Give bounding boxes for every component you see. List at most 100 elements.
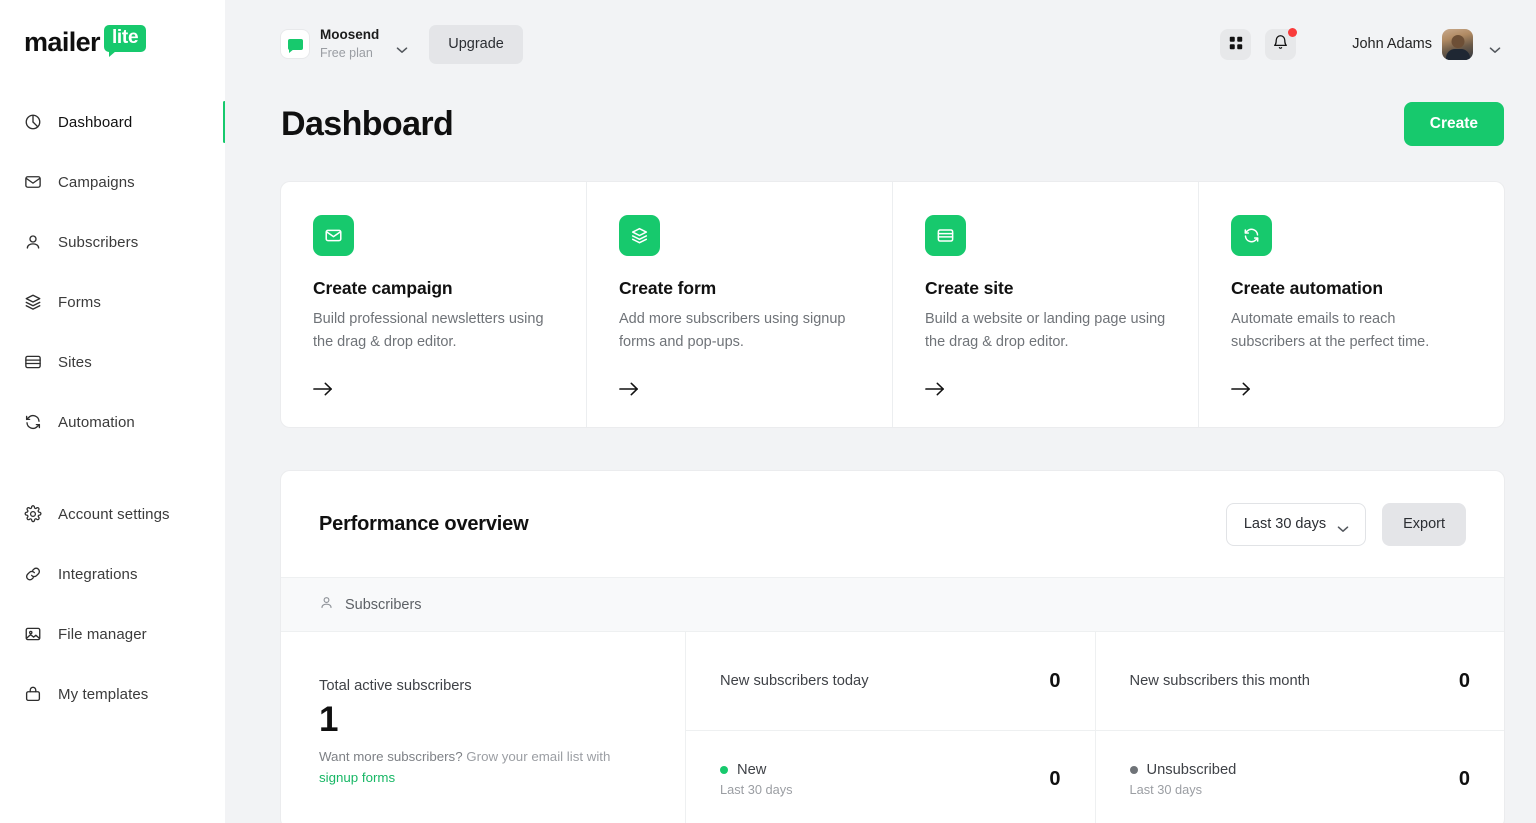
stat-sublabel: Last 30 days bbox=[1129, 781, 1203, 797]
sidebar-item-my-templates[interactable]: My templates bbox=[0, 672, 225, 716]
sidebar-item-file-manager[interactable]: File manager bbox=[0, 612, 225, 656]
hint-lead: Want more subscribers? bbox=[319, 749, 463, 765]
total-label: Total active subscribers bbox=[319, 678, 472, 694]
person-icon bbox=[319, 595, 334, 614]
signup-forms-link[interactable]: signup forms bbox=[319, 770, 395, 785]
topbar-actions: John Adams bbox=[1220, 27, 1501, 60]
stat-column-month: New subscribers this month 0 Unsubscribe… bbox=[1094, 632, 1505, 823]
refresh-icon bbox=[1231, 215, 1272, 256]
app-root: mailer lite Dashboard Campaigns Subscrib… bbox=[0, 0, 1536, 823]
performance-overview-panel: Performance overview Last 30 days Export bbox=[281, 471, 1504, 823]
subscriber-stats: Total active subscribers 1 Want more sub… bbox=[281, 632, 1504, 823]
sidebar-item-automation[interactable]: Automation bbox=[0, 400, 225, 444]
layers-icon bbox=[619, 215, 660, 256]
sidebar-item-campaigns[interactable]: Campaigns bbox=[0, 160, 225, 204]
stat-value: 0 bbox=[1049, 669, 1061, 692]
stat-row-new-subscribers-this-month: New subscribers this month 0 bbox=[1096, 632, 1505, 730]
chevron-down-icon bbox=[1489, 41, 1501, 53]
total-value: 1 bbox=[319, 700, 338, 739]
apps-grid-button[interactable] bbox=[1220, 28, 1252, 60]
stat-value: 0 bbox=[1049, 768, 1061, 790]
link-icon bbox=[24, 565, 42, 583]
performance-title: Performance overview bbox=[319, 512, 529, 535]
quick-action-cards: Create campaign Build professional newsl… bbox=[281, 182, 1504, 427]
grow-list-hint: Want more subscribers? Grow your email l… bbox=[319, 747, 629, 788]
stat-row-new-subscribers-today: New subscribers today 0 bbox=[686, 632, 1095, 730]
stat-row-unsubscribed: Unsubscribed Last 30 days 0 bbox=[1095, 730, 1504, 823]
stat-row-new: New Last 30 days 0 bbox=[686, 730, 1095, 823]
legend-dot-new bbox=[720, 766, 728, 775]
sidebar-item-dashboard[interactable]: Dashboard bbox=[0, 100, 226, 144]
date-range-select[interactable]: Last 30 days bbox=[1225, 502, 1367, 546]
notification-badge bbox=[1288, 27, 1298, 37]
card-title: Create form bbox=[619, 278, 717, 298]
card-title: Create automation bbox=[1231, 278, 1383, 298]
page-content: Create campaign Build professional newsl… bbox=[225, 160, 1536, 823]
stat-label: New bbox=[737, 761, 767, 778]
sidebar-item-label: My templates bbox=[58, 685, 149, 703]
card-description: Build professional newsletters using the… bbox=[313, 311, 544, 351]
envelope-icon bbox=[24, 173, 42, 191]
export-button[interactable]: Export bbox=[1382, 502, 1466, 546]
sidebar-item-integrations[interactable]: Integrations bbox=[0, 552, 225, 596]
total-active-subscribers-card: Total active subscribers 1 Want more sub… bbox=[281, 632, 686, 823]
hint-rest: Grow your email list with bbox=[462, 749, 611, 765]
subscribers-section-label: Subscribers bbox=[345, 596, 422, 613]
logo-wordmark: mailer bbox=[24, 26, 101, 57]
card-title: Create site bbox=[925, 278, 1014, 298]
user-menu[interactable]: John Adams bbox=[1352, 28, 1501, 60]
card-create-automation[interactable]: Create automation Automate emails to rea… bbox=[1198, 182, 1504, 427]
envelope-icon bbox=[313, 215, 354, 256]
gear-icon bbox=[24, 505, 42, 523]
stat-value: 0 bbox=[1458, 669, 1470, 692]
sidebar-item-label: Sites bbox=[58, 353, 92, 371]
logo-badge: lite bbox=[103, 24, 147, 57]
card-create-form[interactable]: Create form Add more subscribers using s… bbox=[586, 182, 892, 427]
stat-value: 0 bbox=[1458, 768, 1470, 790]
sidebar-item-label: Forms bbox=[58, 293, 101, 311]
main-area: Moosend Free plan Upgrade John Adams Das… bbox=[225, 0, 1536, 823]
card-create-campaign[interactable]: Create campaign Build professional newsl… bbox=[281, 182, 586, 427]
account-plan: Free plan bbox=[320, 46, 373, 60]
briefcase-icon bbox=[24, 685, 42, 703]
layers-icon bbox=[24, 293, 42, 311]
arrow-right-icon[interactable] bbox=[925, 381, 945, 397]
subscribers-section-header: Subscribers bbox=[281, 577, 1504, 632]
arrow-right-icon[interactable] bbox=[313, 381, 333, 397]
stat-columns: New subscribers today 0 New Last 30 days bbox=[686, 632, 1504, 823]
person-icon bbox=[24, 233, 42, 251]
stat-column-today: New subscribers today 0 New Last 30 days bbox=[686, 632, 1095, 823]
avatar bbox=[1442, 28, 1473, 60]
sidebar-group-primary: Dashboard Campaigns Subscribers Forms Si… bbox=[0, 100, 226, 444]
arrow-right-icon[interactable] bbox=[1231, 381, 1251, 397]
stat-label: Unsubscribed bbox=[1146, 761, 1237, 778]
sidebar-item-account-settings[interactable]: Account settings bbox=[0, 492, 225, 536]
account-name: Moosend bbox=[320, 26, 380, 42]
page-header: Dashboard Create bbox=[225, 88, 1536, 160]
upgrade-button[interactable]: Upgrade bbox=[429, 24, 523, 64]
card-create-site[interactable]: Create site Build a website or landing p… bbox=[892, 182, 1198, 427]
date-range-value: Last 30 days bbox=[1243, 516, 1327, 532]
notifications-button[interactable] bbox=[1265, 27, 1298, 60]
chevron-down-icon bbox=[1337, 521, 1349, 532]
performance-actions: Last 30 days Export bbox=[1225, 502, 1466, 546]
sidebar-item-label: Subscribers bbox=[58, 233, 139, 251]
card-title: Create campaign bbox=[313, 278, 453, 298]
mailerlite-logo[interactable]: mailer lite bbox=[0, 22, 225, 62]
sidebar-item-label: Account settings bbox=[58, 505, 170, 523]
browser-icon bbox=[925, 215, 966, 256]
topbar: Moosend Free plan Upgrade John Adams bbox=[225, 0, 1536, 88]
sidebar-item-forms[interactable]: Forms bbox=[0, 280, 225, 324]
create-button[interactable]: Create bbox=[1403, 102, 1504, 146]
bell-icon bbox=[1272, 34, 1289, 54]
account-switcher[interactable]: Moosend Free plan bbox=[281, 26, 408, 63]
sidebar-item-label: Integrations bbox=[58, 565, 138, 583]
pie-chart-icon bbox=[24, 113, 42, 131]
sidebar-nav: Dashboard Campaigns Subscribers Forms Si… bbox=[0, 100, 226, 716]
sidebar: mailer lite Dashboard Campaigns Subscrib… bbox=[0, 0, 226, 823]
sidebar-item-subscribers[interactable]: Subscribers bbox=[0, 220, 225, 264]
sidebar-item-label: Automation bbox=[58, 413, 135, 431]
sidebar-item-sites[interactable]: Sites bbox=[0, 340, 225, 384]
arrow-right-icon[interactable] bbox=[619, 381, 639, 397]
sidebar-item-label: File manager bbox=[58, 625, 147, 643]
